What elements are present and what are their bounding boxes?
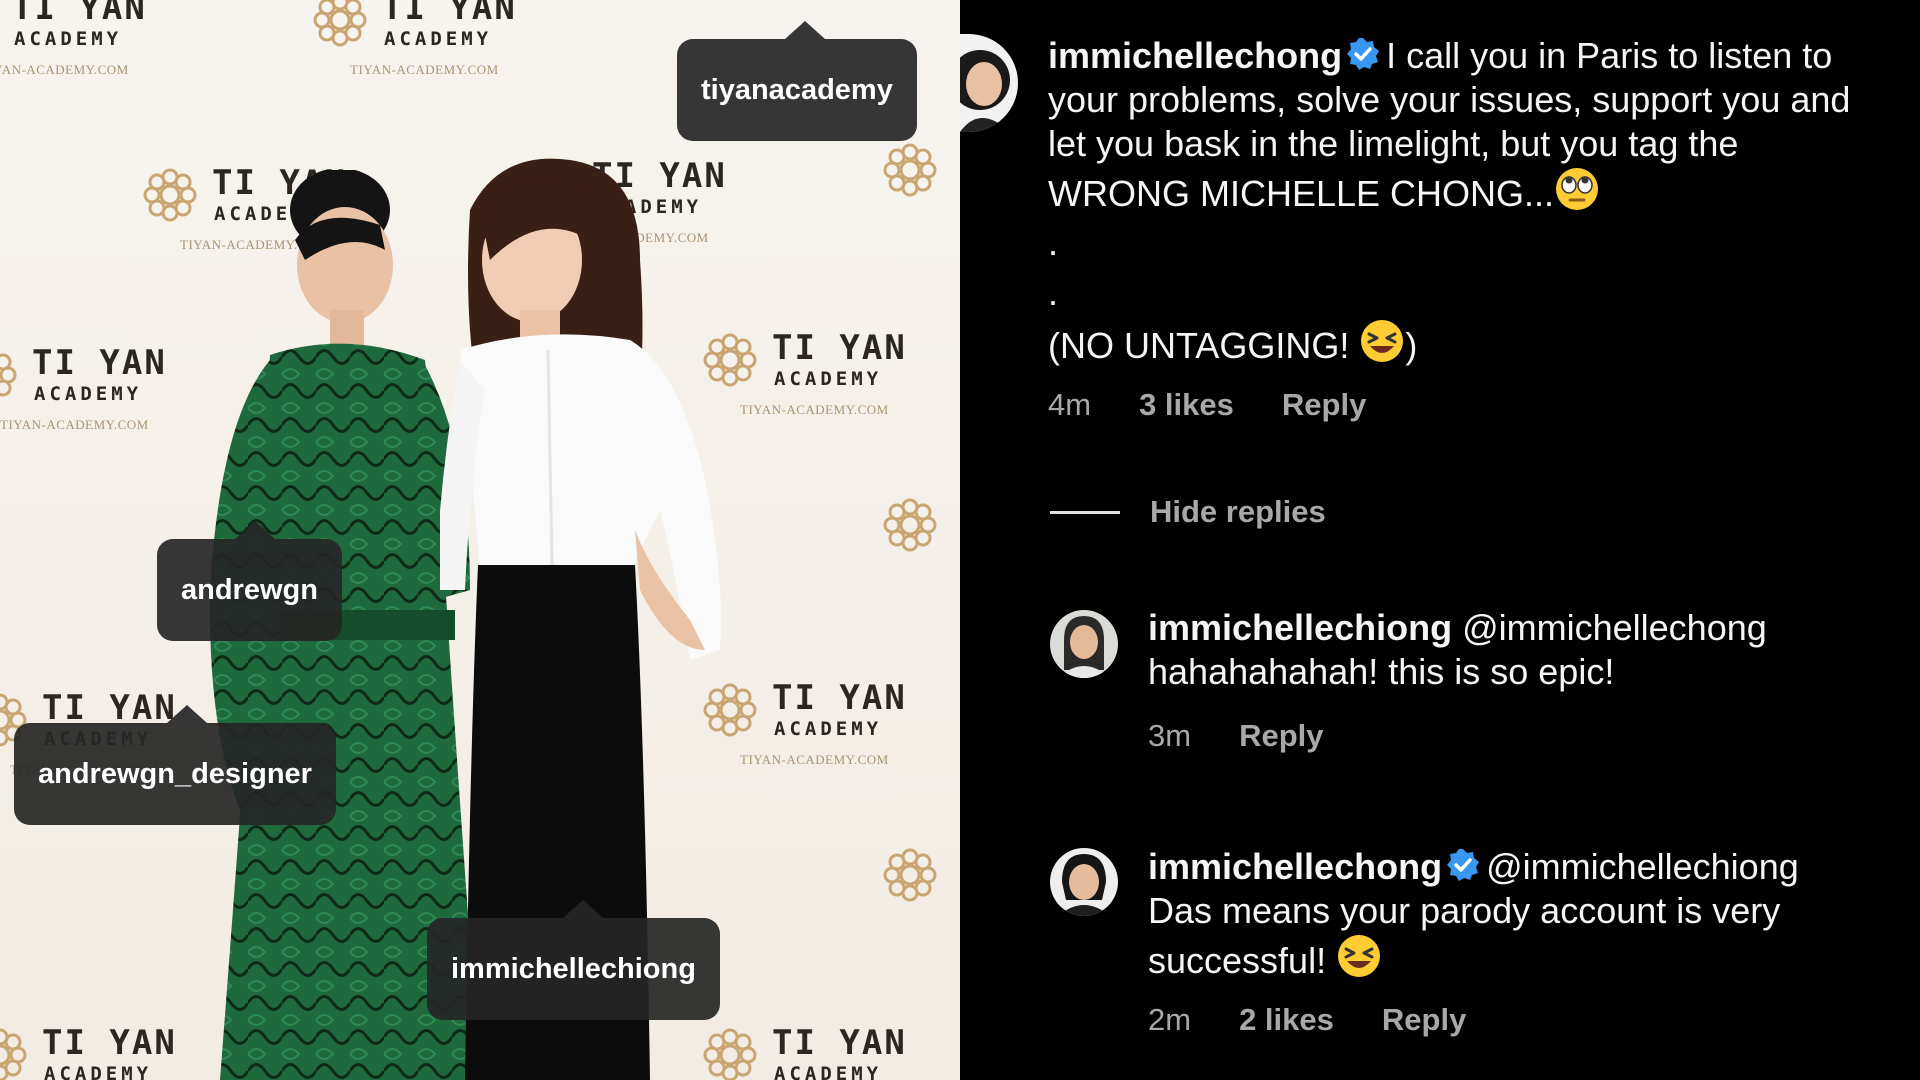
logo-url: TIYAN-ACADEMY.COM (0, 417, 149, 432)
comment-text-end: ) (1405, 325, 1418, 366)
backdrop-logo: TI YAN ACADEMY TIYAN-ACADEMY.COM (0, 335, 180, 445)
tag-label: immichellechiong (451, 953, 696, 985)
logo-brand: TI YAN (382, 0, 517, 28)
avatar[interactable] (1050, 610, 1118, 678)
flower-logo-icon (883, 498, 937, 552)
reply-mention[interactable]: @immichellechong (1462, 607, 1767, 648)
reply-mention[interactable]: @immichellechiong (1486, 846, 1799, 887)
hide-replies-line (1050, 510, 1120, 514)
reply-text: Das means your parody account is very su… (1148, 890, 1781, 981)
hide-replies-label: Hide replies (1150, 494, 1326, 529)
flower-logo-icon (883, 848, 937, 902)
backdrop-logo (880, 835, 960, 945)
comment-text: (NO UNTAGGING! (1048, 325, 1350, 366)
laughing-emoji-icon (1338, 935, 1381, 977)
backdrop-logo: TI YAN ACADEMY TIYAN-ACADEMY.COM (0, 1015, 190, 1080)
tag-arrow (235, 521, 275, 539)
profile-photo-icon (1050, 610, 1118, 678)
logo-url: TIYAN-ACADEMY.COM (350, 62, 499, 77)
profile-photo-icon (960, 34, 1018, 132)
reply-time: 3m (1148, 718, 1192, 753)
tag-arrow (167, 705, 207, 723)
reply-username[interactable]: immichellechiong (1148, 607, 1452, 648)
reply-text: hahahahahah! this is so epic! (1148, 651, 1615, 692)
logo-sub: ACADEMY (14, 28, 123, 50)
tag-arrow (785, 21, 825, 39)
tag-label: andrewgn (181, 574, 318, 606)
flower-logo-icon (0, 348, 17, 402)
comment-main: immichellechong I call you in Paris to li… (1048, 34, 1888, 216)
logo-url: TIYAN-ACADEMY.COM (0, 62, 129, 77)
laughing-emoji-icon (1361, 320, 1404, 362)
logo-sub: ACADEMY (44, 1063, 153, 1080)
logo-brand: TI YAN (12, 0, 147, 28)
reply-button[interactable]: Reply (1382, 1002, 1466, 1037)
comment-meta: 4m 3 likes Reply (1048, 387, 1414, 423)
logo-sub: ACADEMY (384, 28, 493, 50)
hide-replies-button[interactable]: Hide replies (1050, 494, 1326, 530)
reply-1: immichellechiong @immichellechong hahaha… (1148, 606, 1888, 694)
logo-brand: TI YAN (42, 688, 177, 728)
flower-logo-icon (0, 1028, 27, 1080)
tag-arrow (563, 900, 603, 918)
comment-untagging: (NO UNTAGGING! ) (1048, 318, 1888, 368)
reply-username[interactable]: immichellechong (1148, 846, 1442, 887)
verified-badge-icon (1447, 849, 1480, 881)
avatar[interactable] (960, 34, 1018, 132)
comment-username[interactable]: immichellechong (1048, 35, 1342, 76)
logo-brand: TI YAN (42, 1023, 177, 1063)
flower-logo-icon (313, 0, 367, 47)
photo-tag-tiyanacademy[interactable]: tiyanacademy (677, 21, 917, 141)
logo-sub: ACADEMY (34, 383, 143, 405)
backdrop-logo: TI YAN ACADEMY TIYAN-ACADEMY.COM (310, 0, 530, 90)
comment-time: 4m (1048, 387, 1092, 422)
reply-2: immichellechong @immichellechiong Das mea… (1148, 845, 1888, 983)
backdrop-logo (880, 485, 960, 595)
reply-meta: 3m Reply (1148, 718, 1372, 754)
eye-roll-emoji-icon (1556, 168, 1599, 210)
photo-tag-immichellechiong[interactable]: immichellechiong (427, 900, 720, 1020)
comments-panel: immichellechong I call you in Paris to li… (960, 0, 1920, 1080)
reply-meta: 2m 2 likes Reply (1148, 1002, 1514, 1038)
reply-likes[interactable]: 2 likes (1239, 1002, 1334, 1037)
flower-logo-icon (883, 143, 937, 197)
verified-badge-icon (1347, 38, 1380, 70)
tag-label: tiyanacademy (701, 74, 893, 106)
reply-button[interactable]: Reply (1239, 718, 1323, 753)
tag-label: andrewgn_designer (38, 758, 312, 790)
comment-likes[interactable]: 3 likes (1139, 387, 1234, 422)
photo-tag-andrewgn-designer[interactable]: andrewgn_designer (14, 705, 336, 825)
reply-button[interactable]: Reply (1282, 387, 1366, 422)
photo-tag-andrewgn[interactable]: andrewgn (157, 521, 342, 641)
comment-dot: . (1048, 222, 1059, 263)
backdrop-logo: TI YAN ACADEMY TIYAN-ACADEMY.COM (0, 0, 160, 90)
profile-photo-icon (1050, 848, 1118, 916)
avatar[interactable] (1050, 848, 1118, 916)
post-photo[interactable]: TI YAN ACADEMY TIYAN-ACADEMY.COM TI YAN … (0, 0, 960, 1080)
comment-dot: . (1048, 272, 1059, 313)
backdrop-logo (880, 130, 960, 240)
reply-time: 2m (1148, 1002, 1192, 1037)
logo-brand: TI YAN (32, 343, 167, 383)
